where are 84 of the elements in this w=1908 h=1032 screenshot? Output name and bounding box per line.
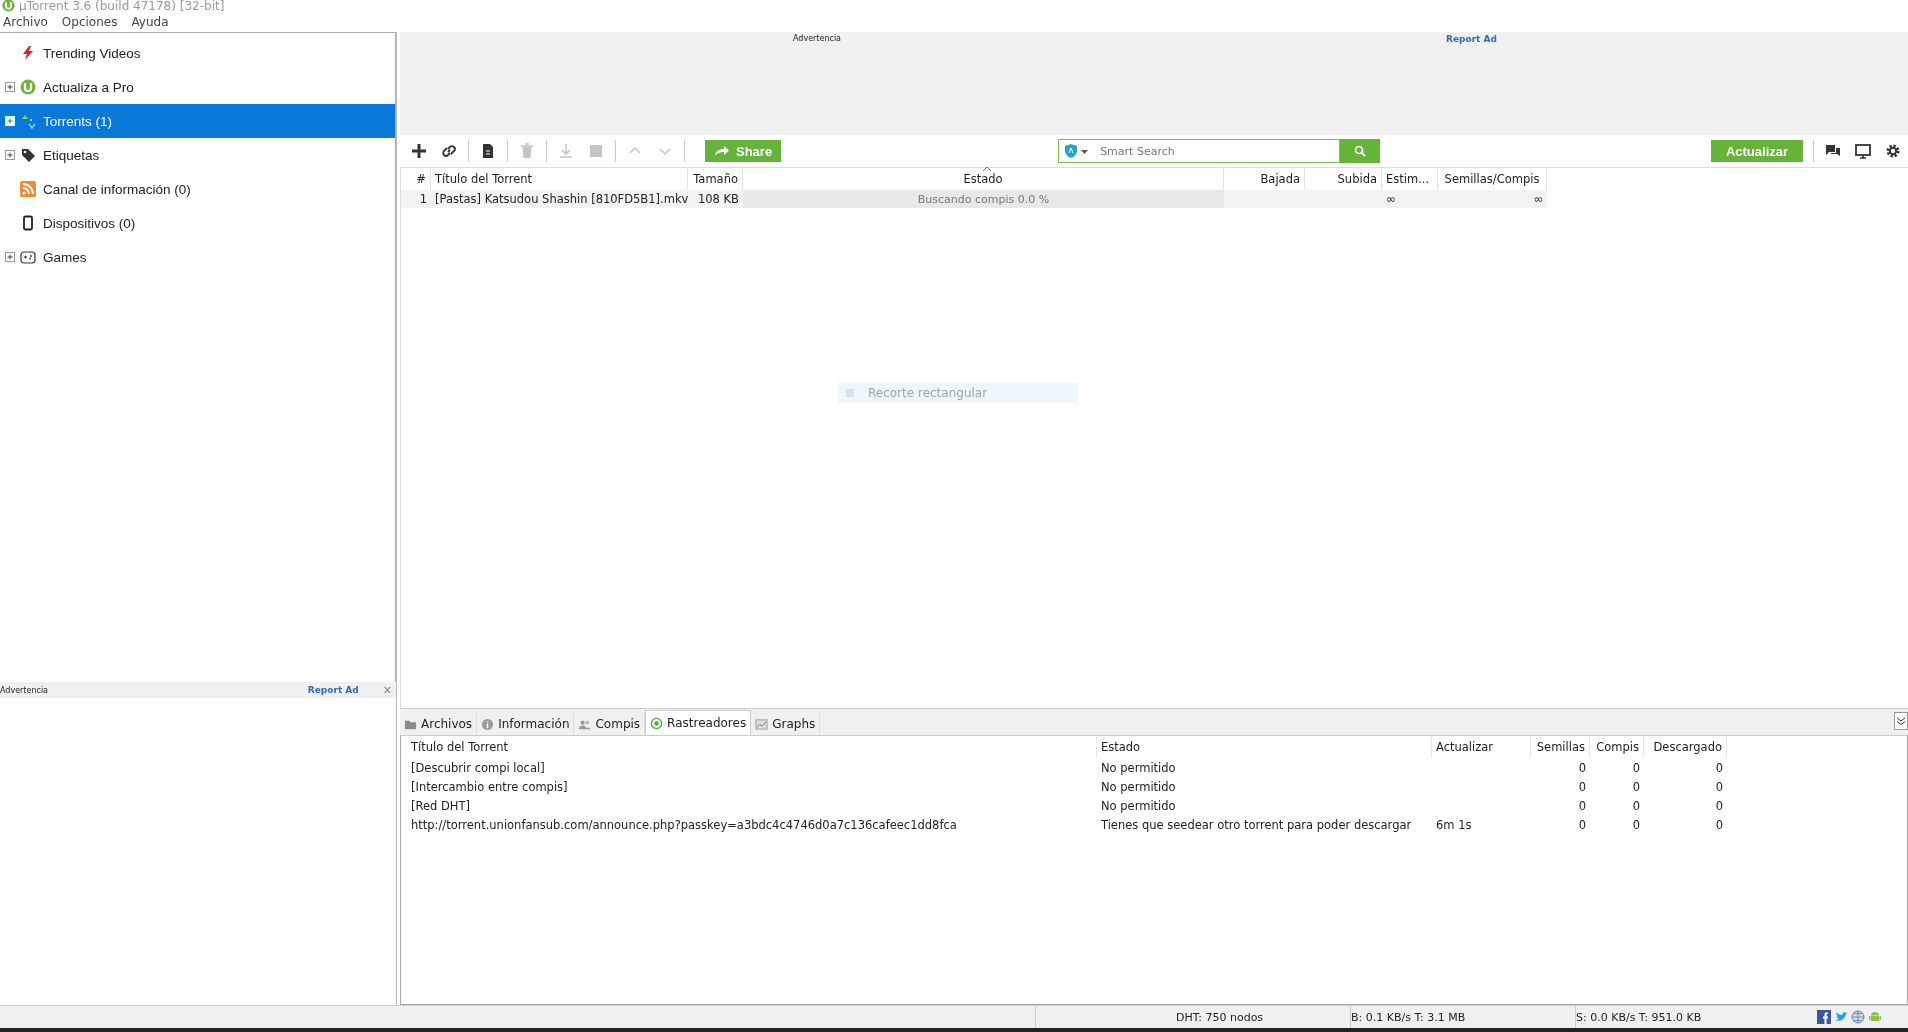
double-caret-icon — [1896, 715, 1906, 726]
table-cell-text: [Red DHT] — [410, 797, 471, 815]
sidebar-item[interactable]: Torrents (1) — [0, 104, 395, 138]
dht-status: DHT: 750 nodos — [1176, 1010, 1264, 1024]
item-label: Torrents (1) — [43, 113, 113, 129]
upload-status: S: 0.0 KB/s T: 951.0 KB — [1576, 1010, 1702, 1024]
report-ad-link[interactable]: Report Ad — [1446, 34, 1497, 46]
report-ad-link[interactable]: Report Ad — [307, 685, 359, 695]
window-title: µTorrent 3.6 (build 47178) [32-bit] — [19, 0, 225, 12]
lightning-icon — [20, 45, 36, 61]
facebook-icon[interactable] — [1817, 1010, 1831, 1024]
sidebar-item[interactable]: Trending Videos — [0, 36, 395, 70]
table-cell-text: 0 — [1631, 797, 1641, 815]
menu-item[interactable]: Archivo — [3, 15, 48, 29]
table-cell-text: 0 — [1631, 778, 1641, 796]
status-bar-cell: Buscando compis 0.0 % — [743, 190, 1224, 208]
table-cell-text: 0 — [1631, 816, 1641, 834]
table-cell-text: [Descubrir compi local] — [410, 759, 546, 777]
globe-icon[interactable] — [1851, 1010, 1865, 1024]
transfer-icon — [20, 113, 36, 129]
hint-text: Recorte rectangular — [868, 386, 988, 400]
table-cell-text: ∞ — [1385, 191, 1397, 208]
sidebar-item[interactable]: Etiquetas — [0, 138, 395, 172]
table-cell-text: 0 — [1577, 759, 1587, 777]
download-status: B: 0.1 KB/s T: 3.1 MB — [1351, 1010, 1466, 1024]
column-header[interactable]: Semillas — [1531, 736, 1590, 758]
gamepad-icon — [20, 249, 36, 265]
table-cell-text: Tienes que seedear otro torrent para poder descargar — [1100, 816, 1413, 834]
table-cell-text: 108 KB — [696, 191, 740, 208]
detail-tab[interactable]: Rastreadores — [645, 710, 752, 735]
item-label: Games — [43, 249, 87, 265]
sidebar-item[interactable]: Dispositivos (0) — [0, 206, 395, 240]
ad-label: Advertencia — [0, 685, 49, 695]
item-label: Actualiza a Pro — [43, 79, 134, 95]
table-cell-text: ∞ — [1532, 191, 1544, 208]
table-cell-text: [Pastas] Katsudou Shashin [810FD5B1].mkv — [434, 191, 688, 208]
sidebar-item[interactable]: Games — [0, 240, 395, 274]
expand-icon[interactable] — [5, 150, 15, 160]
tag-icon — [20, 147, 36, 163]
table-cell-text: 0 — [1714, 816, 1724, 834]
table-cell-text: 0 — [1577, 778, 1587, 796]
target-icon — [650, 716, 664, 730]
search-field[interactable]: Smart Search — [1058, 139, 1341, 163]
table-cell-text: [Intercambio entre compis] — [410, 778, 569, 796]
sidebar-item[interactable]: Actualiza a Pro — [0, 70, 395, 104]
sort-caret-icon — [983, 166, 991, 171]
menu-item[interactable]: Ayuda — [131, 15, 169, 29]
menu-item[interactable]: Opciones — [61, 15, 118, 29]
table-cell-text: 0 — [1577, 797, 1587, 815]
phone-icon — [20, 215, 36, 231]
table-cell-text: 6m 1s — [1435, 816, 1473, 834]
column-header[interactable]: Descargado — [1644, 736, 1727, 758]
graph-icon — [755, 717, 769, 731]
snip-icon — [846, 389, 854, 397]
table-row[interactable]: 1 [Pastas] Katsudou Shashin [810FD5B1].mkv 108 KB Buscando compis 0.0 % ∞ ∞ — [401, 190, 1547, 208]
table-cell-text: http://torrent.unionfansub.com/announce.php?passkey=a3bdc4c4746d0a7c136cafeec1dd8fca — [410, 816, 958, 834]
table-cell-text: 1 — [418, 191, 428, 208]
search-icon — [1354, 145, 1367, 157]
table-cell-text: 0 — [1631, 759, 1641, 777]
item-label: Etiquetas — [43, 147, 100, 163]
column-header[interactable]: Compis — [1590, 736, 1644, 758]
share-arrow-icon — [714, 145, 730, 157]
table-cell-text: 0 — [1714, 759, 1724, 777]
expand-icon[interactable] — [5, 82, 15, 92]
item-label: Canal de información (0) — [43, 181, 191, 197]
column-header[interactable]: Estado — [1097, 736, 1432, 758]
table-cell-text: No permitido — [1100, 778, 1177, 796]
expand-icon[interactable] — [5, 252, 15, 262]
info-icon — [481, 717, 495, 731]
column-header[interactable]: Título del Torrent — [407, 736, 1097, 758]
search-button[interactable] — [1340, 139, 1381, 163]
table-cell-text: 0 — [1577, 816, 1587, 834]
table-cell-text: 0 — [1714, 778, 1724, 796]
logo-icon — [20, 79, 36, 95]
sidebar-item[interactable]: Canal de información (0) — [0, 172, 395, 206]
table-cell-text: No permitido — [1100, 797, 1177, 815]
item-label: Dispositivos (0) — [43, 215, 136, 231]
ad-label: Advertencia — [793, 34, 841, 44]
rss-icon — [20, 181, 36, 197]
column-header[interactable]: Actualizar — [1432, 736, 1531, 758]
table-cell-text: 0 — [1714, 797, 1724, 815]
collapse-button[interactable] — [1894, 712, 1908, 730]
item-label: Trending Videos — [43, 45, 141, 61]
table-cell-text: No permitido — [1100, 759, 1177, 777]
